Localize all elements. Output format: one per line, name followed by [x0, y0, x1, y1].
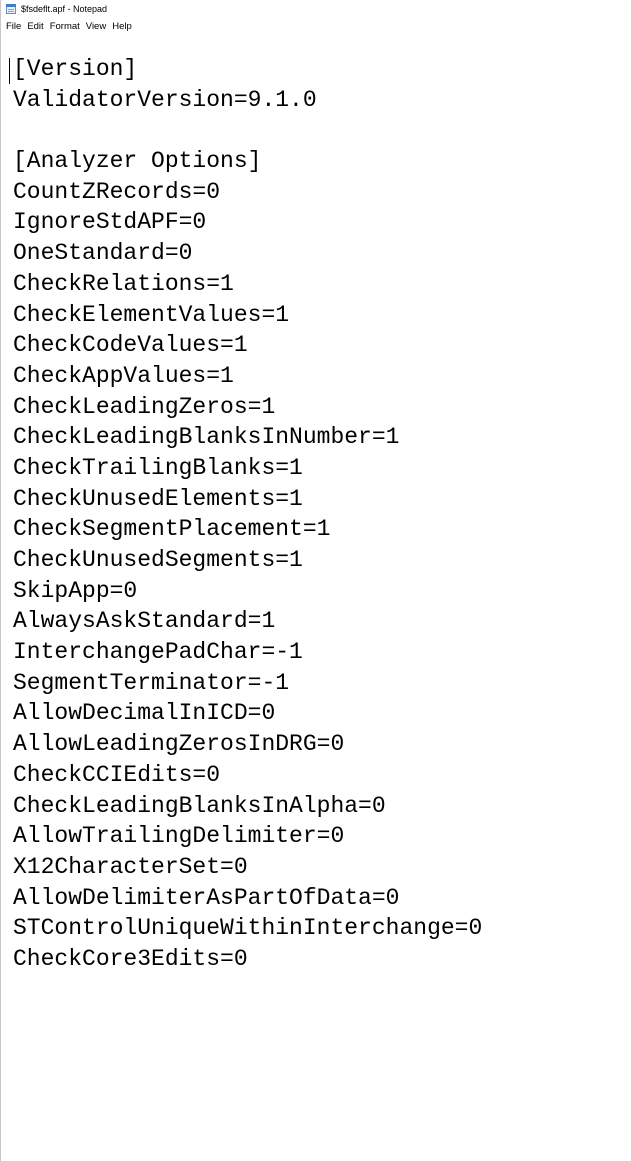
- text-line[interactable]: AllowDelimiterAsPartOfData=0: [9, 883, 631, 914]
- text-line[interactable]: CheckCore3Edits=0: [9, 944, 631, 975]
- text-line[interactable]: OneStandard=0: [9, 238, 631, 269]
- text-line[interactable]: CountZRecords=0: [9, 177, 631, 208]
- text-line[interactable]: CheckUnusedElements=1: [9, 484, 631, 515]
- text-line[interactable]: [Version]: [9, 54, 631, 85]
- text-line[interactable]: SegmentTerminator=-1: [9, 668, 631, 699]
- menu-bar: File Edit Format View Help: [1, 18, 631, 36]
- text-line[interactable]: CheckLeadingBlanksInAlpha=0: [9, 791, 631, 822]
- text-line[interactable]: CheckLeadingZeros=1: [9, 392, 631, 423]
- menu-edit[interactable]: Edit: [24, 18, 46, 36]
- text-line[interactable]: STControlUniqueWithinInterchange=0: [9, 913, 631, 944]
- text-line[interactable]: IgnoreStdAPF=0: [9, 207, 631, 238]
- text-line[interactable]: InterchangePadChar=-1: [9, 637, 631, 668]
- title-bar[interactable]: $fsdeflt.apf - Notepad: [1, 0, 631, 18]
- window-title: $fsdeflt.apf - Notepad: [21, 4, 108, 14]
- text-line[interactable]: CheckElementValues=1: [9, 300, 631, 331]
- text-caret: [9, 58, 10, 84]
- text-line[interactable]: CheckTrailingBlanks=1: [9, 453, 631, 484]
- menu-help[interactable]: Help: [109, 18, 135, 36]
- text-line[interactable]: CheckCodeValues=1: [9, 330, 631, 361]
- text-line[interactable]: [Analyzer Options]: [9, 146, 631, 177]
- notepad-window: $fsdeflt.apf - Notepad File Edit Format …: [0, 0, 631, 1161]
- text-line[interactable]: AllowTrailingDelimiter=0: [9, 821, 631, 852]
- text-line[interactable]: X12CharacterSet=0: [9, 852, 631, 883]
- menu-format[interactable]: Format: [47, 18, 83, 36]
- text-line[interactable]: AllowLeadingZerosInDRG=0: [9, 729, 631, 760]
- text-editor-area[interactable]: [Version] ValidatorVersion=9.1.0 [Analyzer…: [9, 54, 631, 1161]
- menu-view[interactable]: View: [83, 18, 109, 36]
- text-line[interactable]: SkipApp=0: [9, 576, 631, 607]
- text-line[interactable]: [9, 115, 631, 146]
- text-line[interactable]: ValidatorVersion=9.1.0: [9, 85, 631, 116]
- menu-file[interactable]: File: [3, 18, 24, 36]
- text-line[interactable]: AlwaysAskStandard=1: [9, 606, 631, 637]
- text-line[interactable]: CheckLeadingBlanksInNumber=1: [9, 422, 631, 453]
- text-line[interactable]: CheckSegmentPlacement=1: [9, 514, 631, 545]
- text-line[interactable]: AllowDecimalInICD=0: [9, 698, 631, 729]
- text-line[interactable]: CheckRelations=1: [9, 269, 631, 300]
- text-line[interactable]: CheckAppValues=1: [9, 361, 631, 392]
- notepad-icon: [5, 3, 17, 15]
- text-line[interactable]: CheckCCIEdits=0: [9, 760, 631, 791]
- text-line[interactable]: CheckUnusedSegments=1: [9, 545, 631, 576]
